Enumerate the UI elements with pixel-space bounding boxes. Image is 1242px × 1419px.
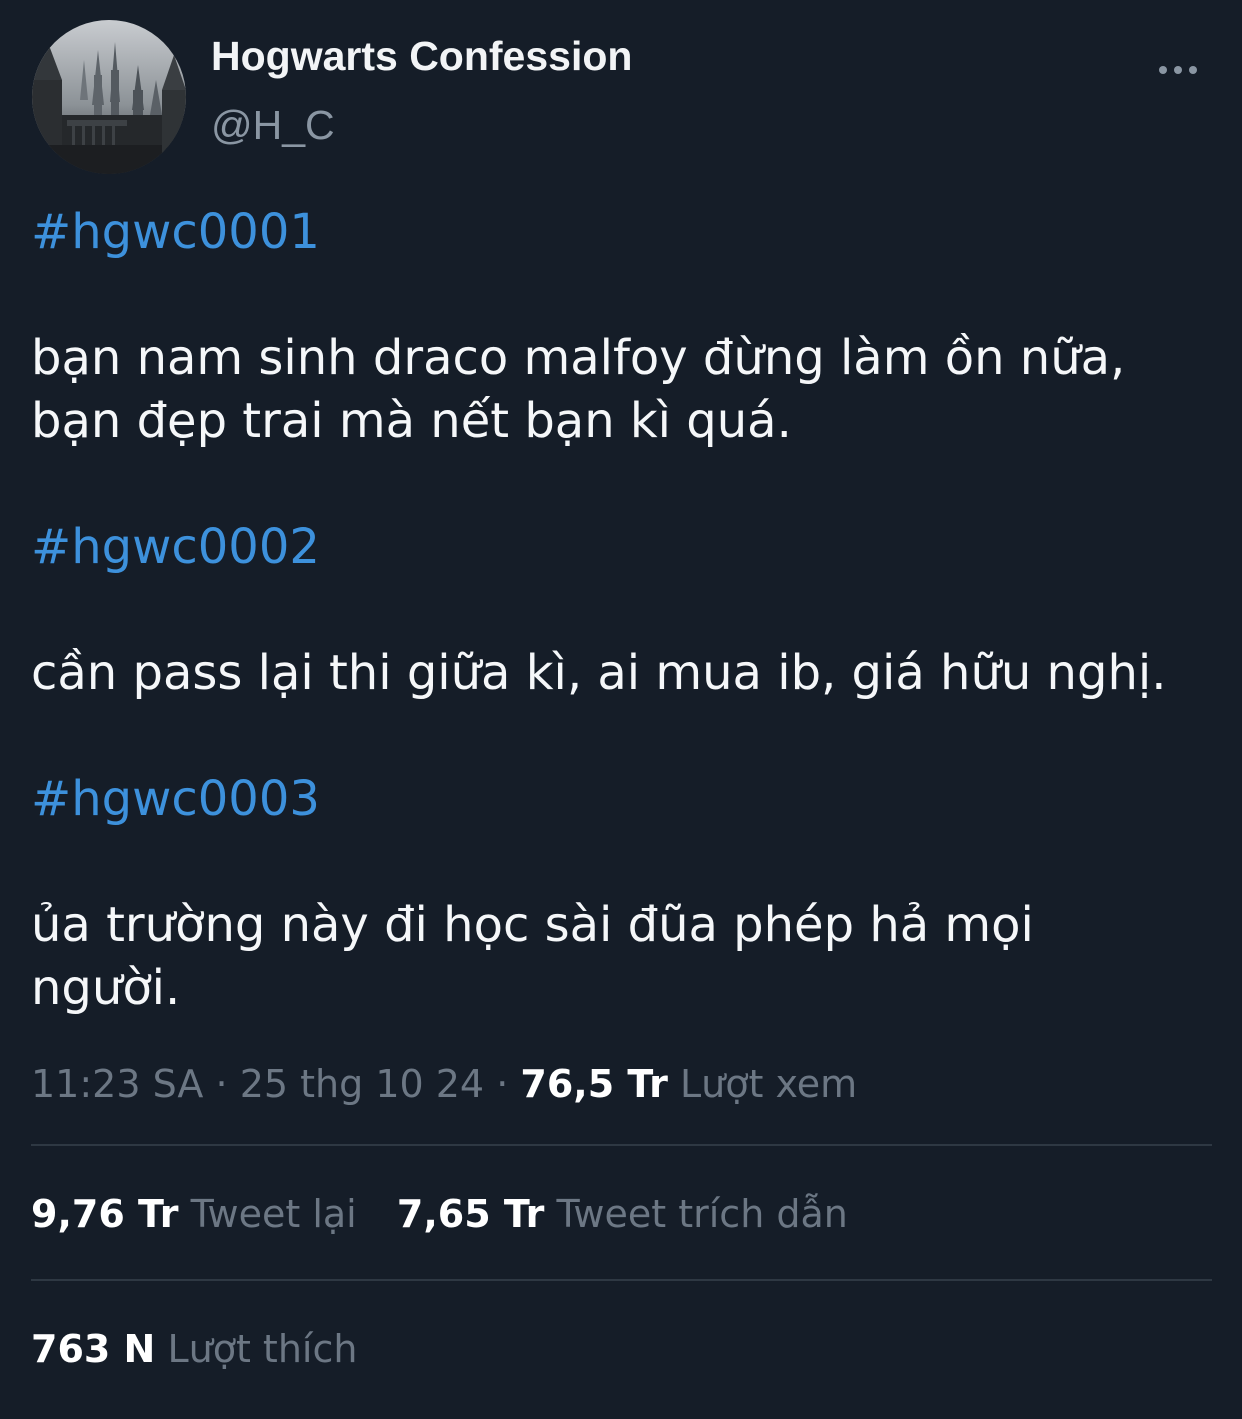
tweet-text-line: bạn đẹp trai mà nết bạn kì quá.: [31, 393, 792, 449]
hashtag-link[interactable]: #hgwc0001: [31, 201, 320, 263]
likes-label: Lượt thích: [167, 1327, 358, 1371]
hashtag-link[interactable]: #hgwc0003: [31, 768, 320, 830]
meta-separator: ·: [496, 1062, 509, 1106]
tweet-text-line: bạn nam sinh draco malfoy đừng làm ồn nữ…: [31, 330, 1126, 386]
quotes-count: 7,65 Tr: [396, 1192, 545, 1236]
tweet-text-line: cần pass lại thi giữa kì, ai mua ib, giá…: [31, 645, 1167, 701]
likes-count: 763 N: [31, 1327, 156, 1371]
views-count: 76,5 Tr: [520, 1062, 668, 1106]
tweet-time[interactable]: 11:23 SA: [31, 1062, 203, 1106]
hashtag-link[interactable]: #hgwc0002: [31, 516, 320, 578]
stats-row-likes: 763 N Lượt thích: [31, 1323, 357, 1375]
views-label: Lượt xem: [679, 1062, 858, 1106]
tweet-date[interactable]: 25 thg 10 24: [240, 1062, 484, 1106]
meta-separator: ·: [215, 1062, 228, 1106]
likes-stat[interactable]: 763 N Lượt thích: [31, 1327, 357, 1371]
retweets-stat[interactable]: 9,76 Tr Tweet lại: [31, 1192, 369, 1236]
user-handle[interactable]: @H_C: [211, 100, 335, 150]
tweet-text-line: người.: [31, 960, 181, 1016]
tweet-meta: 11:23 SA · 25 thg 10 24 · 76,5 Tr Lượt x…: [31, 1058, 857, 1110]
display-name[interactable]: Hogwarts Confession: [211, 32, 632, 80]
quotes-label: Tweet trích dẫn: [556, 1192, 848, 1236]
castle-photo-icon: [32, 20, 186, 174]
divider: [31, 1279, 1212, 1281]
more-icon[interactable]: [1158, 60, 1198, 80]
divider: [31, 1144, 1212, 1146]
stats-row-reposts: 9,76 Tr Tweet lại 7,65 Tr Tweet trích dẫ…: [31, 1188, 848, 1240]
quotes-stat[interactable]: 7,65 Tr Tweet trích dẫn: [397, 1192, 848, 1236]
tweet-text-line: ủa trường này đi học sài đũa phép hả mọi: [31, 897, 1034, 953]
retweets-label: Tweet lại: [190, 1192, 357, 1236]
avatar[interactable]: [32, 20, 186, 174]
retweets-count: 9,76 Tr: [31, 1192, 179, 1236]
tweet-detail: Hogwarts Confession @H_C #hgwc0001 bạn n…: [0, 0, 1242, 1419]
